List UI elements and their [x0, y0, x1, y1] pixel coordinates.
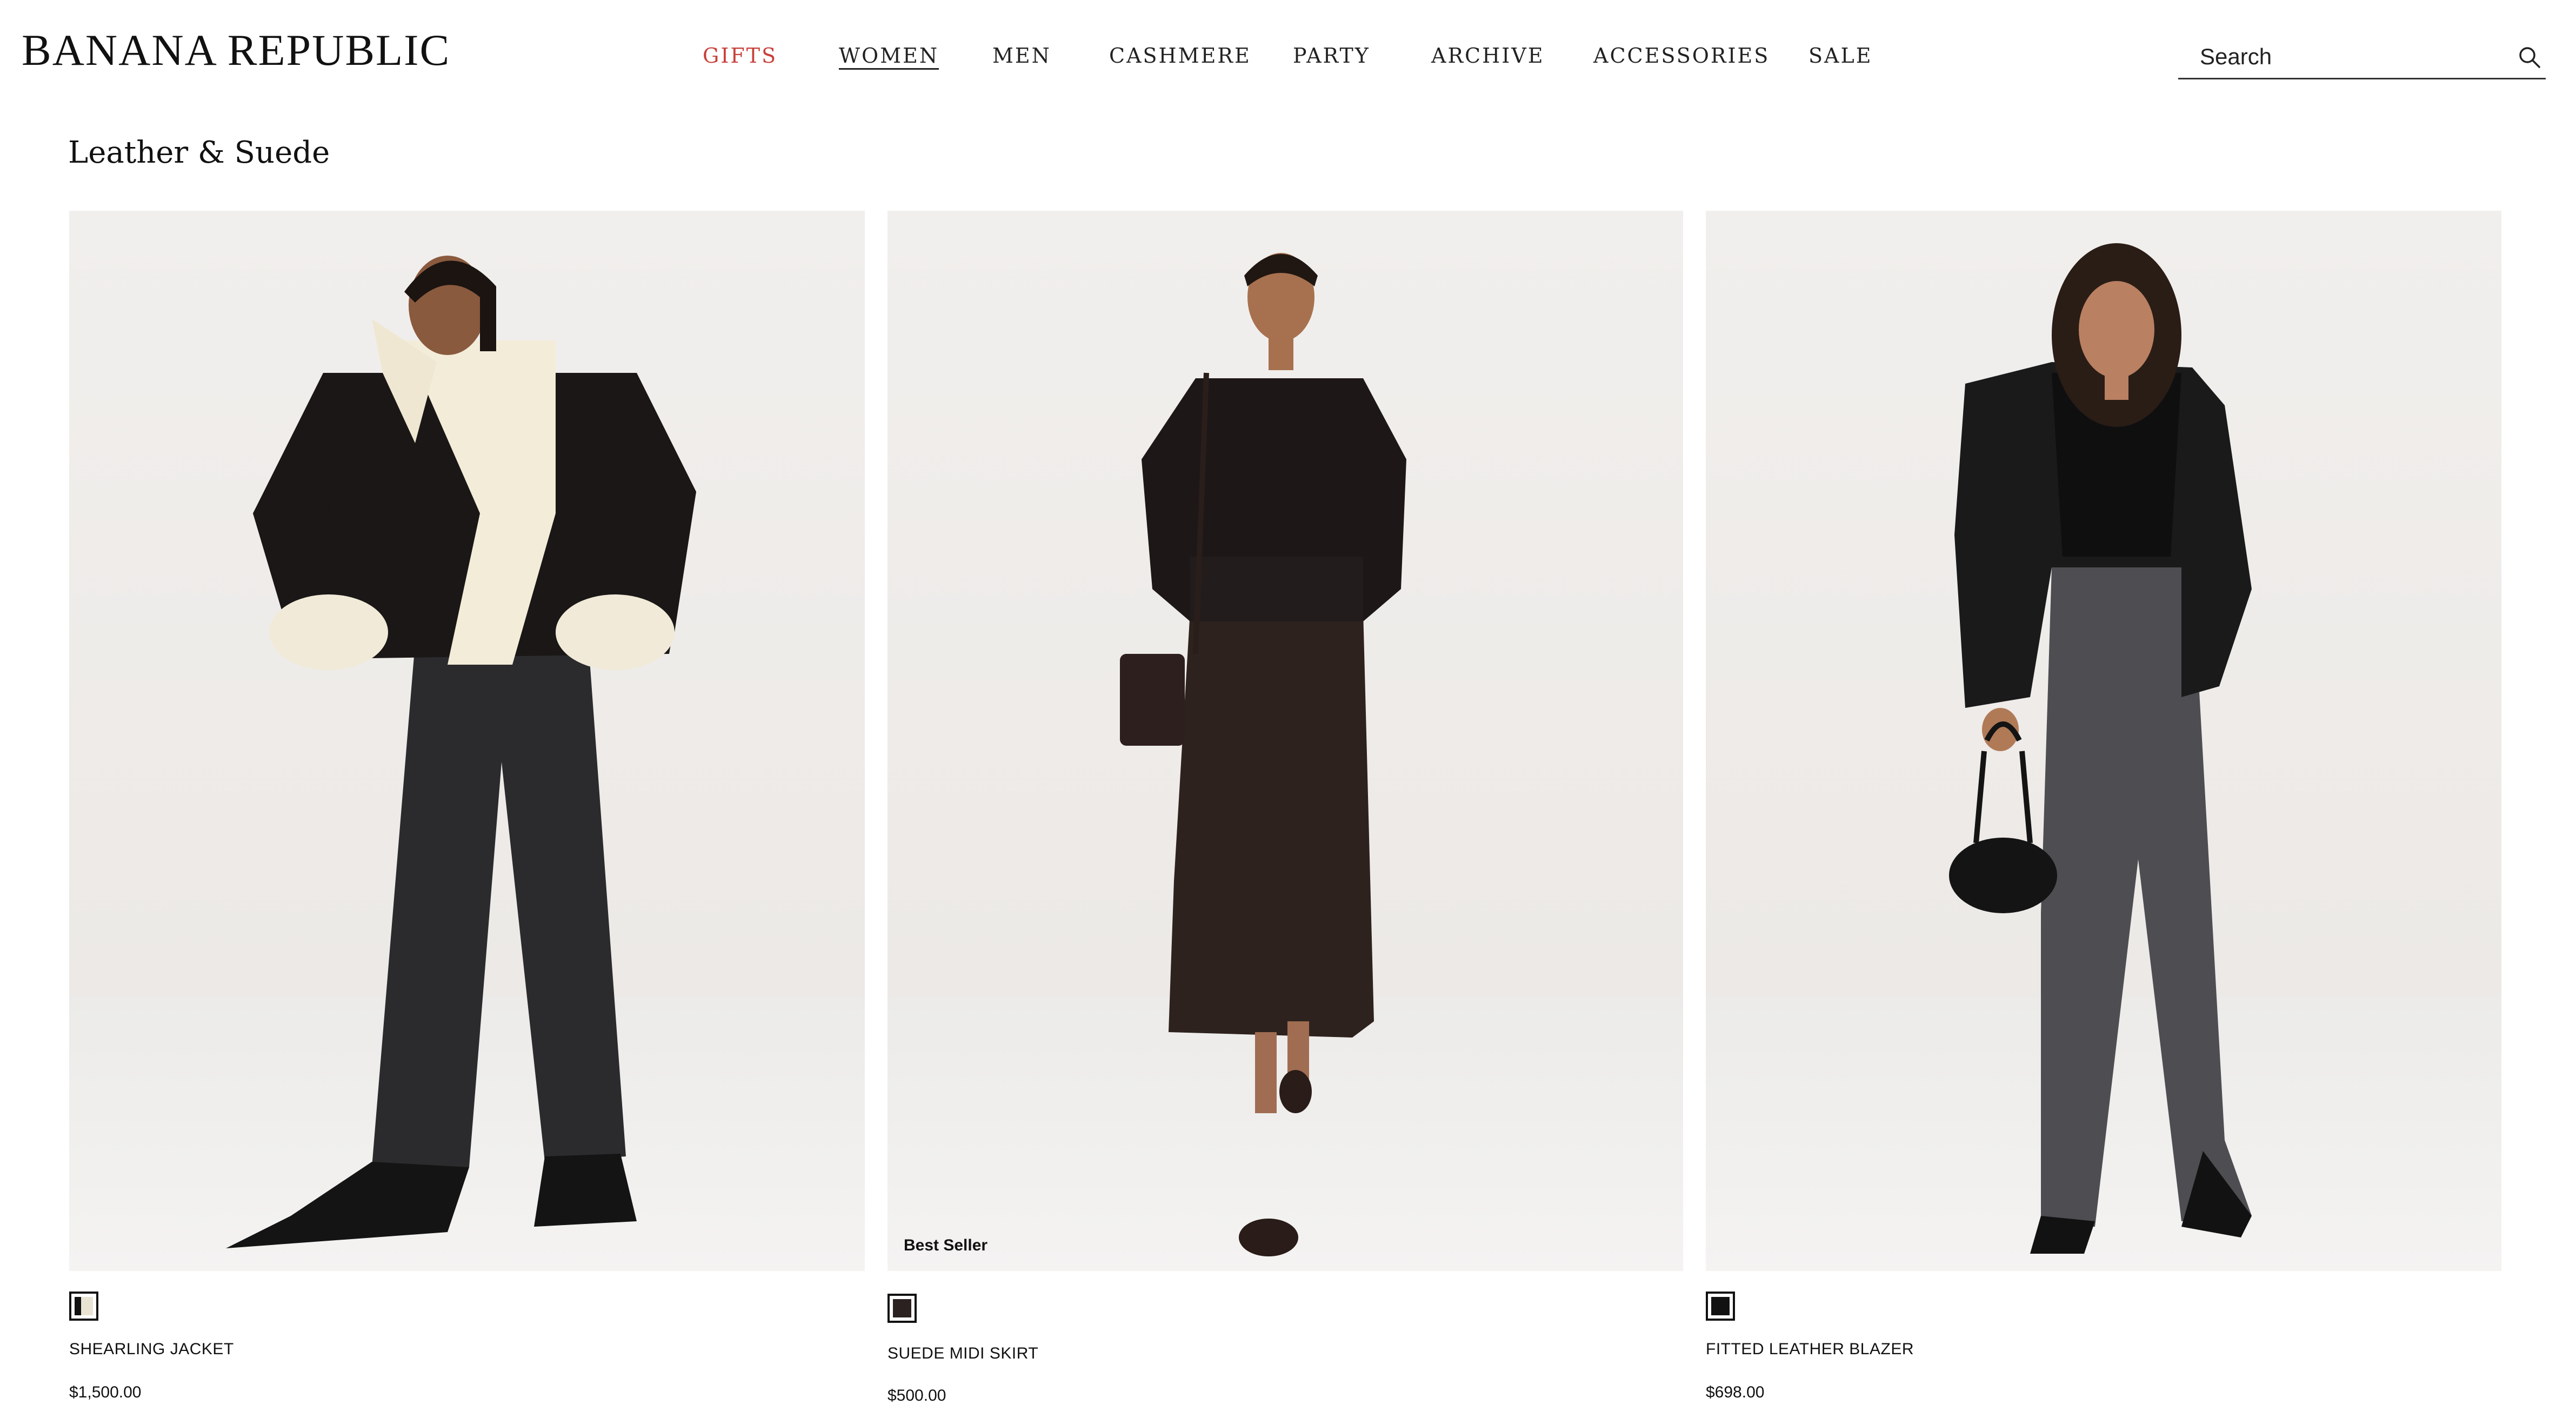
- best-seller-badge: Best Seller: [904, 1236, 988, 1254]
- nav-item-accessories[interactable]: ACCESSORIES: [1593, 45, 1770, 66]
- color-swatch[interactable]: [1706, 1292, 1735, 1321]
- search-bar: [2178, 38, 2546, 79]
- swatch-fill: [1711, 1297, 1730, 1315]
- nav-item-party[interactable]: PARTY: [1293, 45, 1370, 66]
- product-price: $500.00: [887, 1387, 946, 1404]
- nav-item-sale[interactable]: SALE: [1808, 45, 1872, 66]
- nav-item-cashmere[interactable]: CASHMERE: [1109, 45, 1251, 66]
- model-illustration: [226, 256, 696, 1248]
- model-illustration: [1120, 253, 1406, 1256]
- model-illustration: [1949, 243, 2252, 1254]
- product-image-shearling-jacket[interactable]: [69, 211, 865, 1271]
- product-price: $1,500.00: [69, 1383, 142, 1401]
- color-swatch[interactable]: [887, 1294, 917, 1323]
- product-card: Best Seller SUEDE MIDI SKIRT $500.00: [887, 211, 1683, 1404]
- site-header: BANANA REPUBLIC GIFTS WOMEN MEN CASHMERE…: [0, 0, 2576, 116]
- page-title: Leather & Suede: [68, 135, 330, 170]
- swatch-fill: [75, 1297, 93, 1315]
- product-name[interactable]: SHEARLING JACKET: [69, 1340, 234, 1359]
- nav-item-men[interactable]: MEN: [992, 45, 1051, 66]
- search-icon[interactable]: [2518, 45, 2541, 69]
- product-image-suede-midi-skirt[interactable]: Best Seller: [887, 211, 1683, 1271]
- product-price: $698.00: [1706, 1383, 1765, 1401]
- nav-item-gifts[interactable]: GIFTS: [703, 45, 777, 66]
- brand-logo[interactable]: BANANA REPUBLIC: [22, 28, 450, 72]
- nav-item-archive[interactable]: ARCHIVE: [1431, 45, 1544, 66]
- product-image-fitted-leather-blazer[interactable]: [1706, 211, 2501, 1271]
- swatch-fill: [893, 1299, 911, 1317]
- product-card: FITTED LEATHER BLAZER $698.00: [1706, 211, 2501, 1401]
- nav-item-women[interactable]: WOMEN: [839, 45, 939, 66]
- product-name[interactable]: SUEDE MIDI SKIRT: [887, 1344, 1038, 1363]
- product-name[interactable]: FITTED LEATHER BLAZER: [1706, 1340, 1914, 1359]
- product-card: SHEARLING JACKET $1,500.00: [69, 211, 865, 1401]
- search-input[interactable]: [2199, 40, 2504, 73]
- color-swatch[interactable]: [69, 1292, 98, 1321]
